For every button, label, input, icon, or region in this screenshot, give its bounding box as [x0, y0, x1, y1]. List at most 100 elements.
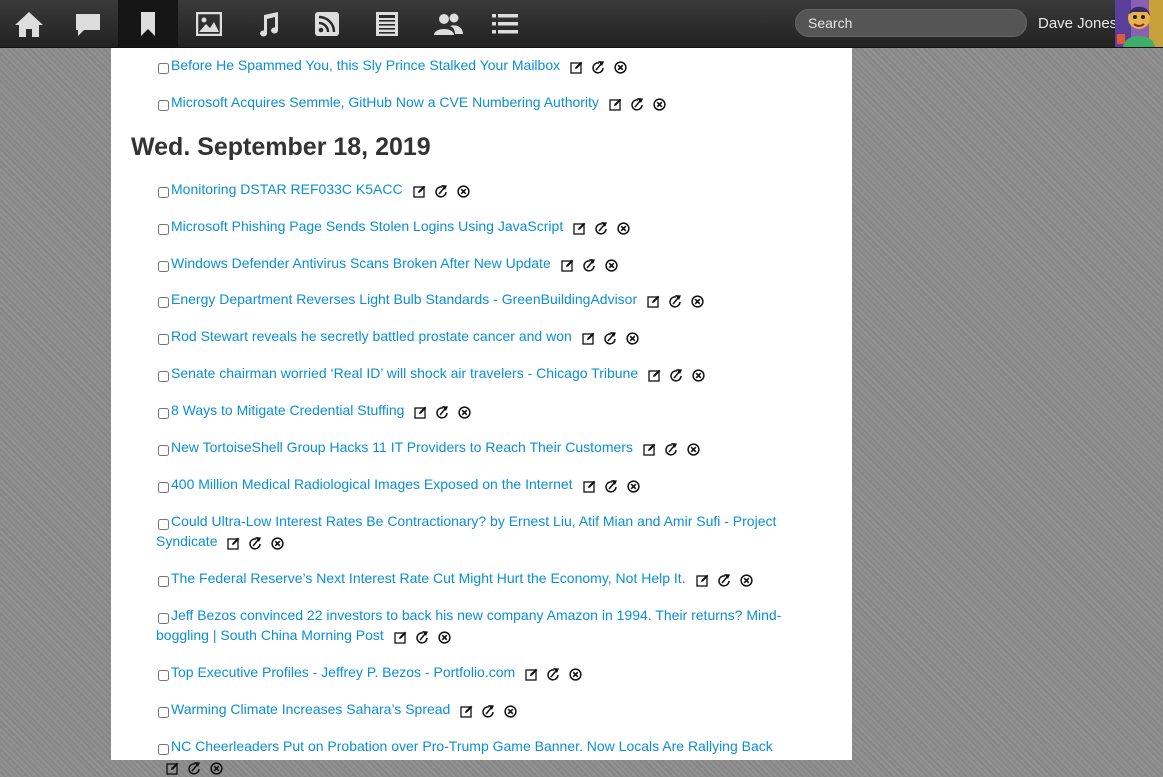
search-input[interactable] [795, 9, 1027, 37]
user-name[interactable]: Dave Jones [1038, 15, 1117, 32]
share-icon[interactable] [604, 331, 617, 345]
select-checkbox[interactable] [158, 613, 169, 624]
delete-icon[interactable] [504, 705, 517, 718]
bookmark-row: Microsoft Phishing Page Sends Stolen Log… [156, 216, 796, 237]
edit-icon[interactable] [414, 406, 427, 419]
share-icon[interactable] [595, 221, 608, 235]
edit-icon[interactable] [561, 259, 574, 272]
select-checkbox[interactable] [158, 371, 169, 382]
delete-icon[interactable] [687, 443, 700, 456]
select-checkbox[interactable] [158, 482, 169, 493]
edit-icon[interactable] [394, 631, 407, 644]
share-icon[interactable] [717, 573, 731, 587]
delete-icon[interactable] [653, 98, 666, 111]
share-icon[interactable] [669, 294, 682, 308]
rss-icon[interactable] [298, 0, 356, 47]
select-checkbox[interactable] [158, 670, 169, 681]
delete-icon[interactable] [569, 668, 582, 681]
delete-icon[interactable] [626, 480, 640, 493]
bookmark-link[interactable]: Top Executive Profiles - Jeffrey P. Bezo… [171, 664, 515, 680]
delete-icon[interactable] [617, 222, 630, 235]
share-icon[interactable] [592, 60, 605, 74]
delete-icon[interactable] [614, 61, 627, 74]
edit-icon[interactable] [573, 222, 586, 235]
delete-icon[interactable] [456, 185, 470, 198]
share-icon[interactable] [583, 258, 596, 272]
share-icon[interactable] [436, 405, 449, 419]
select-checkbox[interactable] [158, 519, 169, 530]
edit-icon[interactable] [412, 185, 426, 198]
edit-icon[interactable] [227, 537, 240, 550]
bookmark-link[interactable]: Windows Defender Antivirus Scans Broken … [171, 255, 551, 271]
share-icon[interactable] [188, 761, 201, 775]
delete-icon[interactable] [438, 631, 451, 644]
select-checkbox[interactable] [158, 744, 169, 755]
select-checkbox[interactable] [158, 707, 169, 718]
bookmark-link[interactable]: Warming Climate Increases Sahara’s Sprea… [171, 701, 450, 717]
delete-icon[interactable] [739, 574, 753, 587]
share-icon[interactable] [416, 630, 429, 644]
bookmark-link[interactable]: Senate chairman worried ‘Real ID’ will s… [171, 365, 638, 381]
newspaper-icon[interactable] [358, 0, 416, 47]
select-checkbox[interactable] [158, 63, 169, 74]
bookmark-link[interactable]: New TortoiseShell Group Hacks 11 IT Prov… [171, 439, 633, 455]
share-icon[interactable] [670, 368, 683, 382]
delete-icon[interactable] [210, 762, 223, 775]
delete-icon[interactable] [691, 295, 704, 308]
row-actions [582, 327, 648, 347]
edit-icon[interactable] [648, 369, 661, 382]
share-icon[interactable] [604, 479, 618, 493]
edit-icon[interactable] [582, 480, 596, 493]
bookmark-link[interactable]: Jeff Bezos convinced 22 investors to bac… [156, 607, 781, 643]
bookmark-link[interactable]: 8 Ways to Mitigate Credential Stuffing [171, 402, 404, 418]
edit-icon[interactable] [609, 98, 622, 111]
share-icon[interactable] [434, 184, 448, 198]
delete-icon[interactable] [692, 369, 705, 382]
edit-icon[interactable] [525, 668, 538, 681]
bookmark-link[interactable]: NC Cheerleaders Put on Probation over Pr… [171, 738, 773, 754]
select-checkbox[interactable] [158, 334, 169, 345]
bookmark-link[interactable]: Rod Stewart reveals he secretly battled … [171, 328, 572, 344]
edit-icon[interactable] [166, 762, 179, 775]
share-icon[interactable] [631, 97, 644, 111]
select-checkbox[interactable] [158, 445, 169, 456]
avatar[interactable] [1115, 0, 1163, 47]
bookmark-link[interactable]: Energy Department Reverses Light Bulb St… [171, 291, 637, 307]
share-icon[interactable] [665, 442, 678, 456]
chat-bubble-icon[interactable] [59, 0, 117, 47]
image-icon[interactable] [180, 0, 238, 47]
select-checkbox[interactable] [158, 224, 169, 235]
bookmark-link[interactable]: Microsoft Acquires Semmle, GitHub Now a … [171, 94, 599, 110]
delete-icon[interactable] [626, 332, 639, 345]
list-icon[interactable] [476, 0, 534, 47]
row-actions [561, 254, 627, 274]
edit-icon[interactable] [460, 705, 473, 718]
delete-icon[interactable] [458, 406, 472, 419]
select-checkbox[interactable] [158, 297, 169, 308]
share-icon[interactable] [249, 536, 262, 550]
select-checkbox[interactable] [158, 261, 169, 272]
select-checkbox[interactable] [158, 408, 169, 419]
bookmark-link[interactable]: 400 Million Medical Radiological Images … [171, 476, 573, 492]
bookmark-link[interactable]: Monitoring DSTAR REF033C K5ACC [171, 181, 403, 197]
row-actions [414, 401, 480, 421]
bookmark-link[interactable]: Before He Spammed You, this Sly Prince S… [171, 57, 560, 73]
music-note-icon[interactable] [239, 0, 297, 47]
bookmark-link[interactable]: The Federal Reserve’s Next Interest Rate… [171, 570, 686, 586]
bookmark-link[interactable]: Microsoft Phishing Page Sends Stolen Log… [171, 218, 563, 234]
edit-icon[interactable] [695, 574, 709, 587]
select-checkbox[interactable] [158, 100, 169, 111]
share-icon[interactable] [547, 667, 560, 681]
delete-icon[interactable] [271, 537, 285, 550]
edit-icon[interactable] [570, 61, 583, 74]
edit-icon[interactable] [647, 295, 660, 308]
select-checkbox[interactable] [158, 576, 169, 587]
edit-icon[interactable] [643, 443, 656, 456]
people-icon[interactable] [419, 0, 477, 47]
home-icon[interactable] [0, 0, 58, 47]
select-checkbox[interactable] [158, 187, 169, 198]
bookmark-icon[interactable] [118, 0, 178, 47]
delete-icon[interactable] [605, 259, 618, 272]
share-icon[interactable] [482, 704, 495, 718]
edit-icon[interactable] [582, 332, 595, 345]
